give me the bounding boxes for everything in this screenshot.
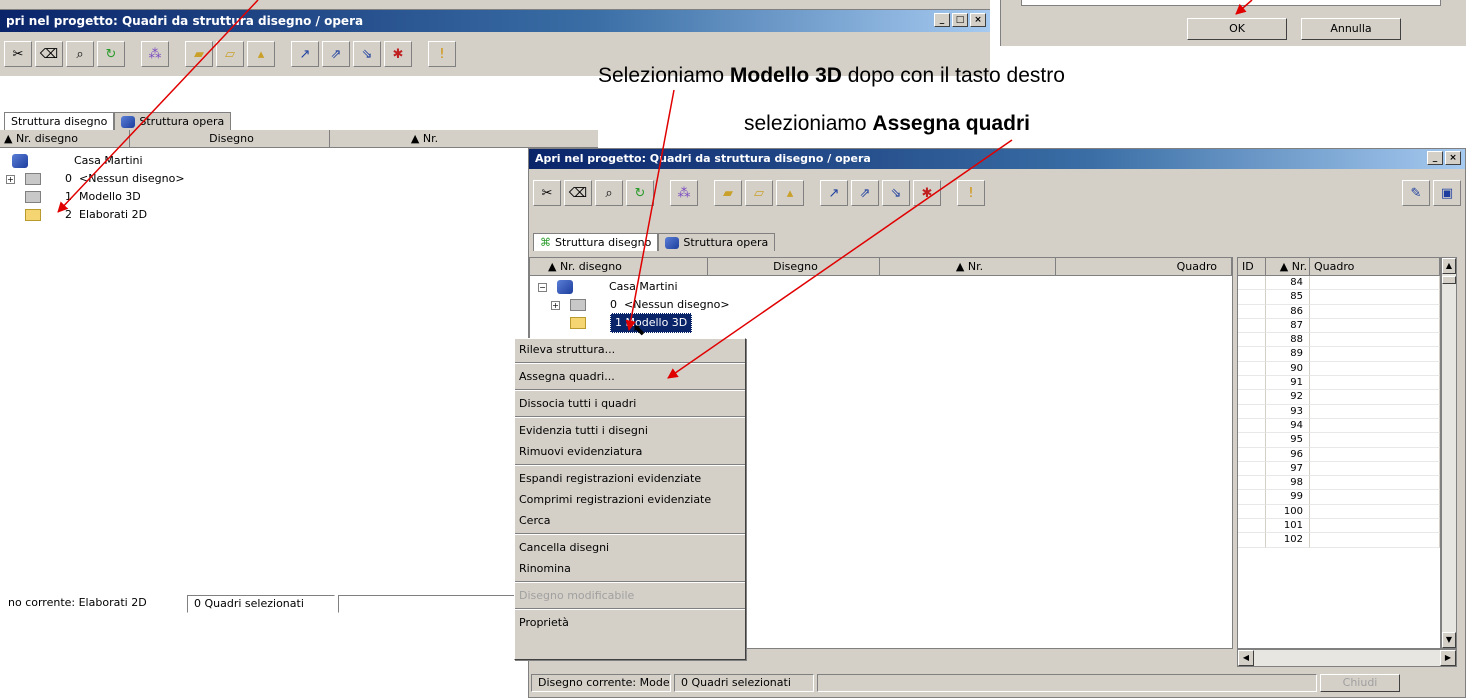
arrow-to-modello-3d <box>625 89 675 332</box>
arrow-to-back-tree <box>57 0 259 213</box>
arrow-to-ok <box>1235 0 1253 15</box>
arrow-to-assegna-quadri <box>667 139 1013 379</box>
annotation-arrows <box>57 0 1253 379</box>
